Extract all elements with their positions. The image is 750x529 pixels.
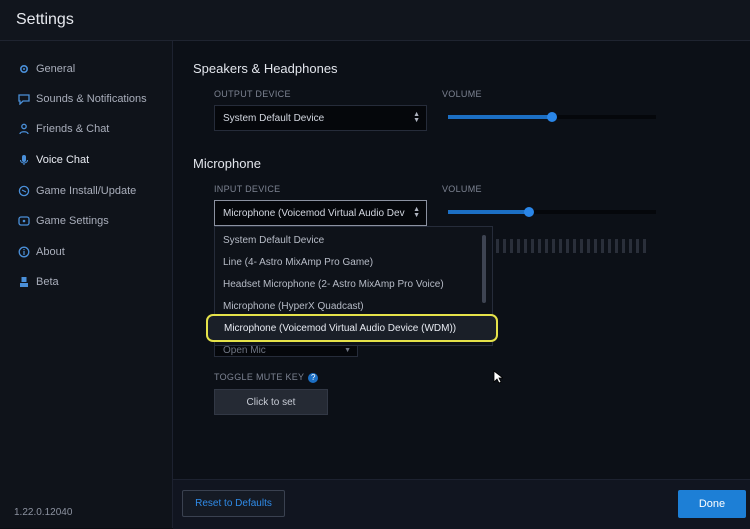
globe-icon (18, 185, 30, 197)
sidebar-item-label: General (36, 63, 76, 75)
sidebar: General Sounds & Notifications Friends &… (0, 41, 173, 528)
sidebar-item-label: Sounds & Notifications (36, 93, 147, 105)
reset-to-defaults-button[interactable]: Reset to Defaults (182, 490, 285, 517)
output-device-value: System Default Device (223, 112, 325, 124)
microphone-icon (18, 154, 30, 166)
info-icon (18, 246, 30, 258)
dropdown-option-highlighted[interactable]: Microphone (Voicemod Virtual Audio Devic… (206, 314, 498, 342)
toggle-mute-key-label: TOGGLE MUTE KEY? (214, 372, 319, 383)
dropdown-scrollbar[interactable] (482, 235, 486, 303)
slider-thumb[interactable] (524, 207, 535, 217)
input-device-select[interactable]: Microphone (Voicemod Virtual Audio Dev ▲… (214, 200, 427, 226)
sidebar-item-label: About (36, 246, 65, 258)
voice-mode-value: Open Mic (223, 345, 266, 356)
microphone-section-title: Microphone (193, 156, 261, 171)
person-icon (18, 123, 30, 135)
highlighted-option-label: Microphone (Voicemod Virtual Audio Devic… (224, 322, 457, 334)
speaker-volume-label: VOLUME (442, 89, 482, 99)
chevron-updown-icon: ▲ ▼ (413, 206, 420, 219)
sidebar-item-about[interactable]: About (18, 242, 65, 262)
voice-chat-panel: Speakers & Headphones OUTPUT DEVICE VOLU… (173, 41, 750, 479)
dropdown-option[interactable]: Headset Microphone (2- Astro MixAmp Pro … (223, 279, 444, 290)
version-label: 1.22.0.12040 (14, 507, 73, 518)
user-icon (18, 276, 30, 288)
sidebar-item-friends[interactable]: Friends & Chat (18, 119, 109, 139)
sidebar-item-general[interactable]: General (18, 59, 75, 79)
sidebar-item-sounds[interactable]: Sounds & Notifications (18, 89, 147, 109)
mic-level-meter (496, 239, 650, 253)
sidebar-item-voice-chat[interactable]: Voice Chat (18, 150, 89, 170)
sidebar-item-label: Beta (36, 276, 59, 288)
sidebar-item-label: Game Install/Update (36, 185, 137, 197)
window-title: Settings (16, 11, 74, 28)
sidebar-item-game-settings[interactable]: Game Settings (18, 211, 109, 231)
sidebar-item-label: Friends & Chat (36, 123, 110, 135)
dropdown-option[interactable]: Line (4- Astro MixAmp Pro Game) (223, 257, 373, 268)
chevron-down-icon: ▼ (344, 347, 351, 354)
toggle-mute-key-button[interactable]: Click to set (214, 389, 328, 415)
gamepad-icon (18, 215, 30, 227)
help-icon[interactable]: ? (308, 372, 319, 383)
input-device-value: Microphone (Voicemod Virtual Audio Dev (223, 207, 405, 219)
gear-icon (18, 63, 30, 75)
sidebar-item-label: Game Settings (36, 215, 109, 227)
title-bar: Settings (0, 0, 750, 41)
sidebar-item-game-install[interactable]: Game Install/Update (18, 181, 136, 201)
slider-thumb[interactable] (547, 112, 557, 122)
footer-bar: Reset to Defaults Done (173, 479, 750, 529)
output-device-label: OUTPUT DEVICE (214, 89, 291, 99)
speakers-section-title: Speakers & Headphones (193, 61, 338, 76)
dropdown-option[interactable]: Microphone (HyperX Quadcast) (223, 301, 364, 312)
sidebar-item-label: Voice Chat (36, 154, 90, 166)
output-device-select[interactable]: System Default Device ▲ ▼ (214, 105, 427, 131)
done-button[interactable]: Done (678, 490, 746, 518)
dropdown-option[interactable]: System Default Device (223, 235, 324, 246)
mouse-cursor-icon (493, 370, 503, 384)
chevron-updown-icon: ▲ ▼ (413, 111, 420, 124)
mic-volume-label: VOLUME (442, 184, 482, 194)
mic-volume-slider[interactable] (448, 202, 656, 222)
speech-bubble-icon (18, 93, 30, 105)
sidebar-item-beta[interactable]: Beta (18, 272, 59, 292)
input-device-label: INPUT DEVICE (214, 184, 281, 194)
speaker-volume-slider[interactable] (448, 107, 656, 127)
